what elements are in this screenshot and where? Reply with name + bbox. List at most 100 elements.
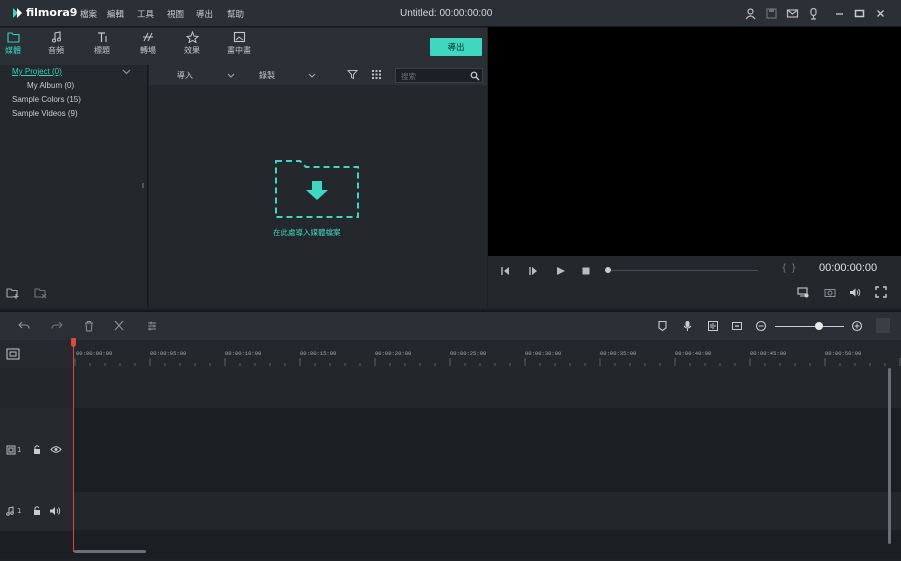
title-text-icon: [97, 32, 107, 42]
timecode-display: 00:00:00:00: [819, 262, 878, 274]
tree-item-sample-videos[interactable]: Sample Videos (9): [12, 109, 78, 118]
delete-folder-icon[interactable]: [34, 287, 48, 299]
empty-track-row: [0, 368, 901, 408]
window-title: Untitled: 00:00:00:00: [400, 8, 493, 19]
drop-zone-label: 在此處導入媒體檔案: [273, 228, 341, 237]
zoom-out-icon[interactable]: [755, 320, 767, 332]
stop-icon[interactable]: [581, 266, 591, 276]
tab-pip[interactable]: 畫中畫: [221, 31, 257, 56]
redo-icon[interactable]: [51, 320, 63, 332]
account-icon[interactable]: [744, 7, 757, 20]
horizontal-scrollbar[interactable]: [74, 550, 146, 553]
media-library-area: 在此處導入媒體檔案: [149, 85, 487, 308]
grid-view-icon[interactable]: [371, 69, 382, 80]
menu-help[interactable]: 幫助: [227, 8, 244, 20]
tab-audio-label: 音頻: [48, 46, 64, 55]
vertical-scrollbar[interactable]: [888, 368, 891, 544]
import-chevron-icon[interactable]: [227, 73, 235, 78]
next-frame-icon[interactable]: [528, 266, 539, 276]
panel-collapse-handle[interactable]: [142, 183, 144, 188]
media-category-toolbar: 媒體 音頻 標題 轉場 效果 畫中畫 導出: [0, 28, 487, 65]
import-drop-zone-icon[interactable]: [274, 157, 362, 221]
timeline-toolbar: [0, 310, 901, 340]
effects-icon: [185, 31, 199, 43]
previous-frame-icon[interactable]: [500, 266, 511, 276]
music-note-icon: [51, 31, 61, 43]
ruler-tick-label: 00:00:20:00: [375, 350, 412, 357]
export-button[interactable]: 導出: [430, 38, 482, 56]
tab-titles[interactable]: 標題: [84, 31, 120, 56]
maximize-icon[interactable]: [853, 7, 866, 20]
tab-pip-label: 畫中畫: [227, 46, 251, 55]
snapshot-icon[interactable]: [824, 287, 836, 298]
render-preview-icon[interactable]: [797, 287, 809, 298]
delete-icon[interactable]: [84, 320, 94, 332]
ruler-tick-label: 00:00:45:00: [750, 350, 787, 357]
tab-audio[interactable]: 音頻: [38, 31, 74, 56]
ruler-tick-label: 00:00:05:00: [150, 350, 187, 357]
tab-effects[interactable]: 效果: [174, 31, 210, 56]
speaker-icon[interactable]: [49, 506, 62, 516]
new-folder-icon[interactable]: [6, 287, 20, 299]
marker-icon[interactable]: [657, 320, 668, 332]
video-track-row[interactable]: [0, 409, 901, 491]
zoom-slider-track[interactable]: [775, 326, 844, 327]
lock-icon[interactable]: [32, 444, 42, 455]
eye-icon[interactable]: [50, 445, 62, 454]
search-icon[interactable]: [470, 71, 480, 81]
notification-icon[interactable]: [807, 7, 820, 20]
tree-item-my-album[interactable]: My Album (0): [27, 81, 74, 90]
mark-in-out[interactable]: { }: [781, 263, 797, 274]
video-preview: [488, 27, 901, 256]
media-folder-tree: My Project (0) My Album (0) Sample Color…: [0, 65, 148, 308]
tree-item-my-project[interactable]: My Project (0): [12, 67, 62, 76]
cut-icon[interactable]: [113, 320, 125, 332]
playhead-handle[interactable]: [71, 338, 76, 347]
filter-icon[interactable]: [347, 69, 358, 80]
timeline-menu-button[interactable]: [876, 318, 890, 333]
menu-edit[interactable]: 編輯: [107, 8, 124, 20]
zoom-in-icon[interactable]: [851, 320, 863, 332]
chevron-down-icon[interactable]: [122, 69, 131, 75]
ruler-tick-label: 00:00:35:00: [600, 350, 637, 357]
voiceover-icon[interactable]: [682, 320, 693, 332]
transition-icon: [142, 32, 153, 42]
volume-icon[interactable]: [849, 287, 861, 298]
tab-titles-label: 標題: [94, 46, 110, 55]
import-dropdown[interactable]: 導入: [177, 70, 193, 81]
close-icon[interactable]: [874, 7, 887, 20]
undo-icon[interactable]: [18, 320, 30, 332]
save-icon[interactable]: [765, 7, 778, 20]
audio-lock-icon[interactable]: [32, 505, 42, 516]
mail-icon[interactable]: [786, 7, 799, 20]
audio-track-icon: [6, 506, 14, 516]
menu-export[interactable]: 導出: [196, 8, 213, 20]
add-track-icon[interactable]: [6, 348, 20, 360]
record-chevron-icon[interactable]: [308, 73, 316, 78]
audio-track-row[interactable]: [0, 492, 901, 530]
menu-tools[interactable]: 工具: [137, 8, 154, 20]
menu-file[interactable]: 檔案: [80, 8, 97, 20]
filmora-logo-icon: [13, 7, 22, 18]
play-icon[interactable]: [555, 266, 566, 276]
menu-view[interactable]: 視圖: [167, 8, 184, 20]
playhead-line[interactable]: [73, 340, 74, 552]
playback-progress-track[interactable]: [606, 270, 758, 271]
mixer-icon[interactable]: [707, 320, 719, 332]
record-dropdown[interactable]: 錄製: [259, 70, 275, 81]
playback-progress-handle[interactable]: [605, 267, 611, 273]
zoom-slider-handle[interactable]: [815, 322, 823, 330]
tab-transitions[interactable]: 轉場: [130, 31, 166, 56]
fullscreen-icon[interactable]: [875, 286, 887, 298]
minimize-icon[interactable]: [833, 7, 846, 20]
tab-media-label: 媒體: [5, 46, 21, 55]
tree-item-sample-colors[interactable]: Sample Colors (15): [12, 95, 81, 104]
search-input[interactable]: 搜索: [395, 68, 483, 83]
tab-media[interactable]: 媒體: [0, 31, 31, 56]
video-track-icon: [6, 445, 16, 455]
audio-adjust-icon[interactable]: [146, 320, 158, 332]
snap-icon[interactable]: [731, 320, 743, 332]
ruler-tick-label: 00:00:10:00: [225, 350, 262, 357]
app-logo: filmora9: [12, 6, 77, 19]
video-track-header: 1: [0, 409, 74, 491]
